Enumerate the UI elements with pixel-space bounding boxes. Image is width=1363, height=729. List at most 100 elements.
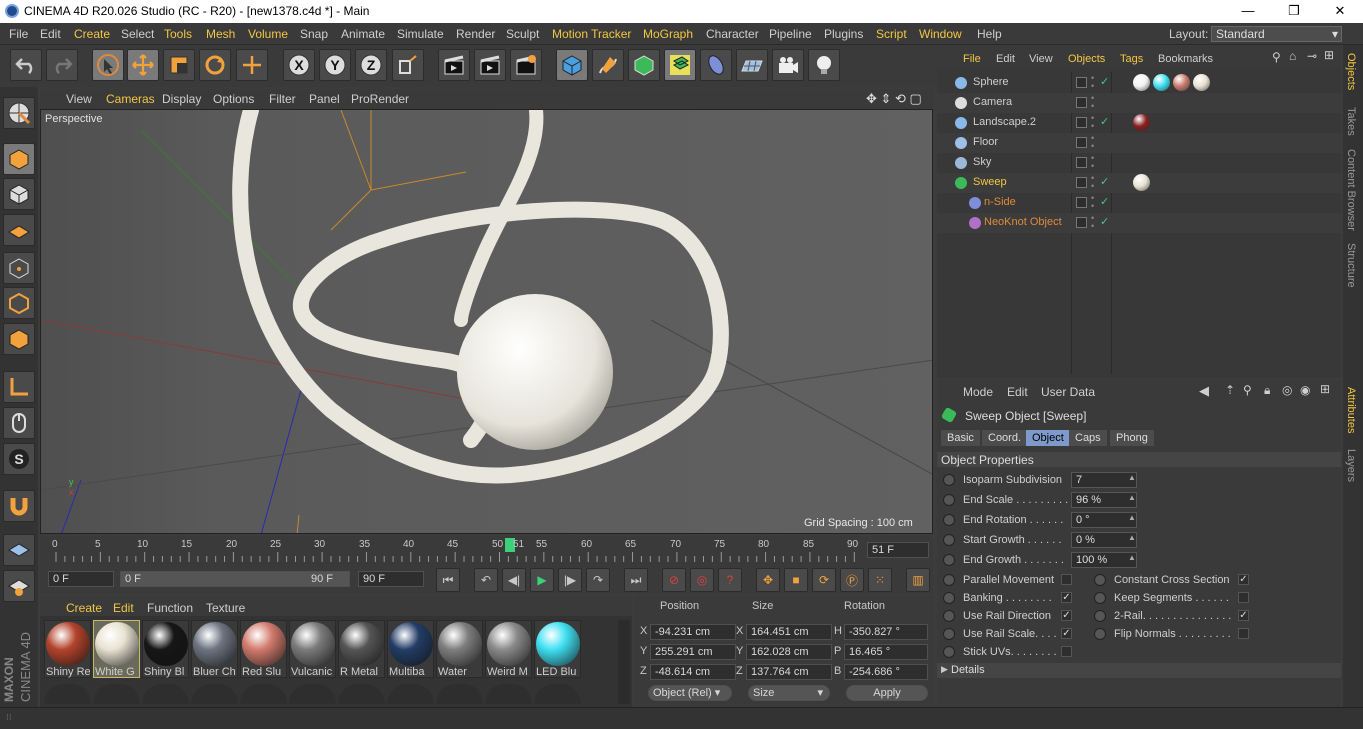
material-swatch[interactable]: Bluer Ch: [191, 620, 238, 678]
obj-menu-tags[interactable]: Tags: [1120, 53, 1143, 65]
material-swatch-row2[interactable]: [240, 684, 287, 704]
next-frame-button[interactable]: |▶: [558, 568, 582, 592]
recent-tool-button[interactable]: [236, 49, 268, 81]
tab-caps[interactable]: Caps: [1069, 430, 1107, 446]
key-parameter-button[interactable]: Ⓟ: [840, 568, 864, 592]
layer-toggle[interactable]: [1076, 117, 1087, 128]
menu-volume[interactable]: Volume: [248, 27, 288, 41]
material-swatch-row2[interactable]: [289, 684, 336, 704]
object-row[interactable]: Sphere • • ✓: [937, 73, 1341, 93]
visibility-dots[interactable]: • •: [1091, 214, 1094, 231]
scale-tool-button[interactable]: [163, 49, 195, 81]
frame-range-slider[interactable]: 0 F 90 F: [120, 571, 350, 587]
bend-deformer-button[interactable]: [700, 49, 732, 81]
camera-object-button[interactable]: [772, 49, 804, 81]
render-settings-button[interactable]: [510, 49, 542, 81]
animate-radio[interactable]: [1094, 628, 1106, 640]
lock-workplane-button[interactable]: [3, 534, 35, 566]
coord-mode-dropdown[interactable]: Object (Rel) ▾: [648, 685, 732, 701]
sidetab-layers[interactable]: Layers: [1345, 449, 1357, 482]
enabled-check-icon[interactable]: ✓: [1100, 215, 1109, 228]
enable-axis-button[interactable]: [3, 371, 35, 403]
search-icon[interactable]: ⚲: [1243, 383, 1252, 397]
stepper-icon[interactable]: ▲: [1128, 493, 1136, 502]
current-frame-field[interactable]: 51 F: [867, 542, 929, 558]
menu-select[interactable]: Select: [121, 27, 154, 41]
target-icon[interactable]: ◉: [1300, 383, 1310, 397]
animate-radio[interactable]: [1094, 574, 1106, 586]
rotation-field[interactable]: 16.465 °: [844, 644, 928, 660]
animate-radio[interactable]: [1094, 592, 1106, 604]
material-swatch-row2[interactable]: [191, 684, 238, 704]
attr-menu-mode[interactable]: Mode: [963, 385, 993, 399]
material-swatch-row2[interactable]: [44, 684, 91, 704]
material-tag-icon[interactable]: [1133, 74, 1150, 91]
live-selection-button[interactable]: [92, 49, 124, 81]
snap-button[interactable]: S: [3, 443, 35, 475]
material-swatch[interactable]: Vulcanic: [289, 620, 336, 678]
material-tag-icon[interactable]: [1193, 74, 1210, 91]
animate-radio[interactable]: [943, 628, 955, 640]
size-field[interactable]: 164.451 cm: [746, 624, 832, 640]
layer-toggle[interactable]: [1076, 177, 1087, 188]
object-name[interactable]: Sweep: [973, 176, 1007, 188]
material-tag-icon[interactable]: [1133, 114, 1150, 131]
move-tool-button[interactable]: [127, 49, 159, 81]
layer-toggle[interactable]: [1076, 97, 1087, 108]
sidetab-content-browser[interactable]: Content Browser: [1345, 149, 1357, 231]
goto-start-button[interactable]: ⏮: [436, 568, 460, 592]
object-name[interactable]: Landscape.2: [973, 116, 1036, 128]
size-mode-dropdown[interactable]: Size ▾: [748, 685, 830, 701]
checkbox[interactable]: ✓: [1238, 574, 1249, 585]
menu-snap[interactable]: Snap: [300, 27, 328, 41]
apply-button[interactable]: Apply: [846, 685, 928, 701]
record-active-button[interactable]: ⊘: [662, 568, 686, 592]
enabled-check-icon[interactable]: ✓: [1100, 175, 1109, 188]
material-swatch[interactable]: Multiba: [387, 620, 434, 678]
material-swatch[interactable]: R Metal: [338, 620, 385, 678]
material-swatch-row2[interactable]: [93, 684, 140, 704]
object-name[interactable]: Camera: [973, 96, 1012, 108]
obj-menu-view[interactable]: View: [1029, 53, 1053, 65]
object-name[interactable]: Sky: [973, 156, 991, 168]
vp-menu-prorender[interactable]: ProRender: [351, 92, 409, 106]
next-key-button[interactable]: ↷: [586, 568, 610, 592]
tab-coord[interactable]: Coord.: [982, 430, 1028, 446]
animate-radio[interactable]: [943, 554, 955, 566]
checkbox[interactable]: [1238, 628, 1249, 639]
menu-plugins[interactable]: Plugins: [824, 27, 863, 41]
search-icon[interactable]: ⚲: [1272, 50, 1281, 64]
animate-radio[interactable]: [943, 592, 955, 604]
menu-window[interactable]: Window: [919, 27, 962, 41]
checkbox[interactable]: ✓: [1238, 610, 1249, 621]
home-icon[interactable]: ⌂: [1289, 49, 1296, 63]
obj-menu-objects[interactable]: Objects: [1068, 53, 1105, 65]
sidetab-objects[interactable]: Objects: [1345, 53, 1357, 90]
material-tag-icon[interactable]: [1153, 74, 1170, 91]
back-arrow-icon[interactable]: ◀: [1199, 383, 1209, 399]
keyframe-selection-button[interactable]: ?: [718, 568, 742, 592]
position-field[interactable]: -94.231 cm: [650, 624, 736, 640]
material-tag-icon[interactable]: [1133, 174, 1150, 191]
x-axis-button[interactable]: X: [283, 49, 315, 81]
stepper-icon[interactable]: ▲: [1128, 553, 1136, 562]
animate-radio[interactable]: [943, 574, 955, 586]
obj-menu-edit[interactable]: Edit: [996, 53, 1015, 65]
animate-radio[interactable]: [943, 534, 955, 546]
menu-character[interactable]: Character: [706, 27, 759, 41]
material-swatch-row2[interactable]: [534, 684, 581, 704]
subdivision-surface-button[interactable]: [628, 49, 660, 81]
stepper-icon[interactable]: ▲: [1128, 473, 1136, 482]
prev-frame-button[interactable]: ◀|: [502, 568, 526, 592]
stepper-icon[interactable]: ▲: [1128, 533, 1136, 542]
material-swatch-row2[interactable]: [387, 684, 434, 704]
magnet-button[interactable]: [3, 490, 35, 522]
minimize-button[interactable]: —: [1225, 0, 1271, 23]
layer-toggle[interactable]: [1076, 197, 1087, 208]
mat-menu-create[interactable]: Create: [66, 601, 102, 615]
link-icon[interactable]: ⊸: [1307, 49, 1317, 63]
menu-help[interactable]: Help: [977, 27, 1002, 41]
details-section[interactable]: Details ▶: [937, 663, 1341, 678]
redo-button[interactable]: [46, 49, 78, 81]
key-rotation-button[interactable]: ⟳: [812, 568, 836, 592]
